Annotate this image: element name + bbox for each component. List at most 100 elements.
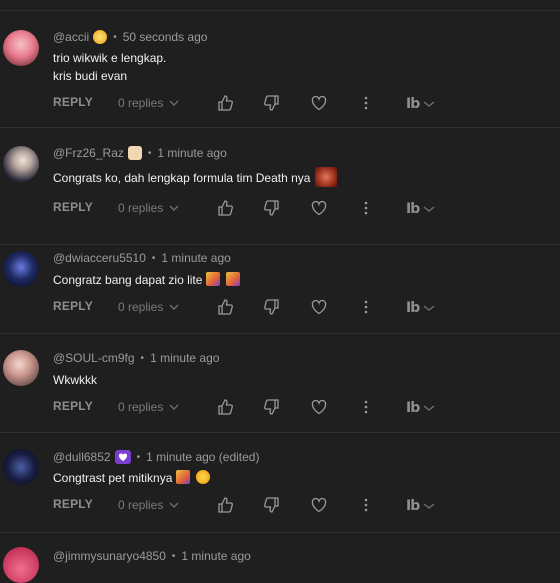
comment-line-text: Congtrast pet mitiknya: [53, 471, 173, 485]
heart-eyes-emoji-icon: [196, 470, 211, 484]
like-icon[interactable]: [216, 496, 234, 514]
comment-text: Wkwkkk: [53, 371, 97, 389]
avatar[interactable]: [3, 30, 39, 66]
ib-logo-icon: Ib: [406, 498, 420, 514]
comment-item: @dull6852 • 1 minute ago (edited) Congtr…: [0, 433, 560, 533]
replies-toggle[interactable]: 0 replies: [118, 300, 179, 314]
more-vert-icon[interactable]: [357, 199, 375, 217]
timestamp[interactable]: 1 minute ago: [150, 351, 219, 365]
dislike-icon[interactable]: [263, 199, 281, 217]
party-popper-emoji-icon: [176, 470, 191, 484]
comment-text: Congratz bang dapat zio lite: [53, 271, 241, 289]
ib-menu[interactable]: Ib: [406, 300, 442, 316]
dislike-icon[interactable]: [263, 496, 281, 514]
reply-button[interactable]: REPLY: [53, 95, 93, 109]
reply-button[interactable]: REPLY: [53, 299, 93, 313]
comment-text: Congtrast pet mitiknya: [53, 469, 211, 487]
author-handle[interactable]: @accii: [53, 30, 89, 44]
heart-icon[interactable]: [310, 496, 328, 514]
comment-text: Congrats ko, dah lengkap formula tim Dea…: [53, 167, 338, 187]
timestamp[interactable]: 1 minute ago: [181, 549, 250, 563]
replies-toggle[interactable]: 0 replies: [118, 201, 179, 215]
dislike-icon[interactable]: [263, 94, 281, 112]
ib-menu[interactable]: Ib: [406, 96, 442, 112]
like-icon[interactable]: [216, 94, 234, 112]
comment-meta: @jimmysunaryo4850 • 1 minute ago: [53, 548, 251, 564]
chevron-down-icon: [169, 205, 179, 211]
avatar[interactable]: [3, 146, 39, 182]
comment-text: trio wikwik e lengkap. kris budi evan: [53, 49, 166, 85]
heart-icon[interactable]: [310, 298, 328, 316]
heart-icon[interactable]: [310, 94, 328, 112]
separator-dot: •: [113, 31, 117, 43]
ib-menu[interactable]: Ib: [406, 400, 442, 416]
avatar[interactable]: [3, 449, 39, 485]
sticker-emoji-icon: [315, 167, 338, 187]
like-icon[interactable]: [216, 298, 234, 316]
ib-menu[interactable]: Ib: [406, 201, 442, 217]
dislike-icon[interactable]: [263, 398, 281, 416]
comment-meta: @dwiacceru5510 • 1 minute ago: [53, 250, 231, 266]
more-vert-icon[interactable]: [357, 94, 375, 112]
comment-meta: @accii • 50 seconds ago: [53, 29, 207, 45]
timestamp[interactable]: 50 seconds ago: [123, 30, 208, 44]
chevron-down-icon: [423, 206, 435, 212]
separator-dot: •: [151, 252, 156, 264]
chevron-down-icon: [169, 404, 179, 410]
ib-logo-icon: Ib: [406, 201, 420, 217]
reply-button[interactable]: REPLY: [53, 200, 93, 214]
more-vert-icon[interactable]: [357, 398, 375, 416]
separator-dot: •: [140, 352, 145, 364]
comment-item: @accii • 50 seconds ago trio wikwik e le…: [0, 11, 560, 128]
comment-item: @dwiacceru5510 • 1 minute ago Congratz b…: [0, 235, 560, 334]
ib-menu[interactable]: Ib: [406, 498, 442, 514]
author-handle[interactable]: @Frz26_Raz: [53, 146, 124, 160]
comment-meta: @SOUL-cm9fg • 1 minute ago: [53, 350, 219, 366]
comment-line: trio wikwik e lengkap.: [53, 51, 167, 65]
chevron-down-icon: [423, 405, 435, 411]
heart-icon[interactable]: [310, 398, 328, 416]
like-icon[interactable]: [216, 199, 234, 217]
comment-line: Congrats ko, dah lengkap formula tim Dea…: [53, 167, 338, 187]
comment-line: Congratz bang dapat zio lite: [53, 271, 241, 289]
replies-toggle[interactable]: 0 replies: [118, 96, 179, 110]
comment-item: @SOUL-cm9fg • 1 minute ago Wkwkkk REPLY …: [0, 334, 560, 433]
comment-actions: REPLY 0 replies Ib: [0, 398, 560, 418]
comment-actions: REPLY 0 replies Ib: [0, 298, 560, 318]
timestamp[interactable]: 1 minute ago: [157, 146, 226, 160]
comment-actions: REPLY 0 replies Ib: [0, 94, 560, 114]
author-handle[interactable]: @jimmysunaryo4850: [53, 549, 166, 563]
party-popper-emoji-icon: [206, 272, 221, 286]
party-popper-emoji-icon: [226, 272, 241, 286]
avatar[interactable]: [3, 350, 39, 386]
comment-line-text: Congrats ko, dah lengkap formula tim Dea…: [53, 171, 311, 185]
chevron-down-icon: [169, 502, 179, 508]
like-icon[interactable]: [216, 398, 234, 416]
cat-emoji-icon: [127, 146, 142, 160]
replies-count: 0 replies: [118, 201, 164, 215]
separator-dot: •: [136, 451, 141, 463]
reply-button[interactable]: REPLY: [53, 399, 93, 413]
chevron-down-icon: [169, 100, 179, 106]
replies-toggle[interactable]: 0 replies: [118, 400, 179, 414]
chick-emoji-icon: [93, 30, 108, 44]
replies-count: 0 replies: [118, 300, 164, 314]
timestamp[interactable]: 1 minute ago (edited): [146, 450, 259, 464]
avatar[interactable]: [3, 547, 39, 583]
timestamp[interactable]: 1 minute ago: [161, 251, 230, 265]
reply-button[interactable]: REPLY: [53, 497, 93, 511]
ib-logo-icon: Ib: [406, 96, 420, 112]
comment-meta: @Frz26_Raz • 1 minute ago: [53, 145, 227, 161]
replies-toggle[interactable]: 0 replies: [118, 498, 179, 512]
avatar[interactable]: [3, 251, 39, 287]
comment-item: @Frz26_Raz • 1 minute ago Congrats ko, d…: [0, 128, 560, 245]
author-handle[interactable]: @dull6852: [53, 450, 111, 464]
ib-logo-icon: Ib: [406, 400, 420, 416]
author-handle[interactable]: @dwiacceru5510: [53, 251, 146, 265]
replies-count: 0 replies: [118, 498, 164, 512]
heart-icon[interactable]: [310, 199, 328, 217]
more-vert-icon[interactable]: [357, 496, 375, 514]
more-vert-icon[interactable]: [357, 298, 375, 316]
dislike-icon[interactable]: [263, 298, 281, 316]
author-handle[interactable]: @SOUL-cm9fg: [53, 351, 135, 365]
